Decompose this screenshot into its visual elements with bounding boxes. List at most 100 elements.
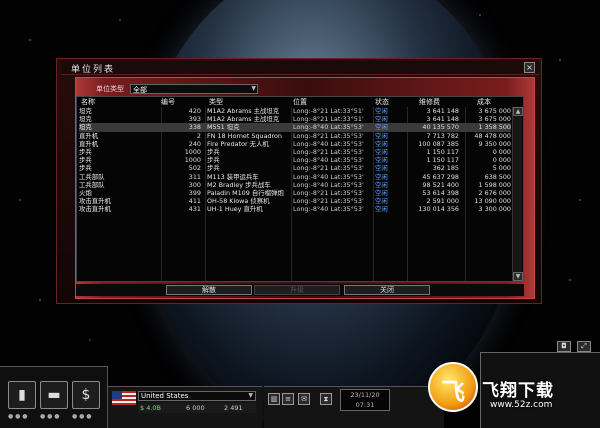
col-location[interactable]: 位置 [293,97,307,107]
unit-type-value: 全部 [133,86,147,94]
unit-status: 空闲 [375,156,388,165]
table-row[interactable]: 工兵部队 311 M113 装甲运兵车 Long:-8°40 Lat:35°53' 空闲… [79,173,511,181]
tank-icon[interactable]: ▬ [40,381,68,409]
expand-icon[interactable]: ⤢ [577,341,591,352]
vertical-scrollbar[interactable]: ▲ ▼ [512,107,523,281]
unit-model: UH-1 Huey 直升机 [207,205,263,214]
unit-cost: 638 500 [484,172,511,181]
unit-location: Long:-8°21 Lat:35°53' [293,188,364,197]
unit-id: 411 [188,197,201,206]
close-icon[interactable]: × [524,62,535,73]
unit-type-select[interactable]: 全部 ▼ [130,84,258,94]
unit-id: 338 [188,123,201,132]
unit-table: 名称 编号 类型 位置 状态 维修费 成本 坦克 420 M1A2 Abrams 主… [76,96,524,282]
table-row[interactable]: 直升机 240 Fire Predator 无人机 Long:-8°40 Lat:35… [79,140,511,148]
window-button-bar: 解散 升级 关闭 [76,284,524,296]
mail-icon[interactable]: ✉ [298,393,310,405]
unit-location: Long:-8°40 Lat:35°53' [293,156,364,165]
upgrade-button[interactable]: 升级 [254,285,340,295]
col-status[interactable]: 状态 [375,97,389,107]
col-id[interactable]: 编号 [161,97,175,107]
watermark-title: 飞翔下载 [482,381,554,401]
table-row[interactable]: 火炮 399 Paladin M109 自行榴弹炮 Long:-8°21 Lat:35… [79,189,511,197]
col-model[interactable]: 类型 [209,97,223,107]
indicator-lights: ● ● ● [40,413,60,420]
col-upkeep[interactable]: 维修费 [419,97,440,107]
unit-model: 步兵 [207,156,220,165]
table-row[interactable]: 攻击直升机 411 OH-58 Kiowa 侦察机 Long:-8°21 Lat:35… [79,197,511,205]
unit-id: 1000 [184,147,201,156]
unit-upkeep: 100 087 385 [418,139,459,148]
list-icon[interactable]: ≡ [282,393,294,405]
unit-model: M113 装甲运兵车 [207,172,259,181]
unit-upkeep: 53 614 398 [422,188,459,197]
col-name[interactable]: 名称 [81,97,95,107]
unit-status: 空闲 [375,188,388,197]
unit-location: Long:-8°40 Lat:35°53' [293,205,364,214]
table-header: 名称 编号 类型 位置 状态 维修费 成本 [77,97,525,107]
unit-id: 311 [188,172,201,181]
unit-location: Long:-8°21 Lat:33°51' [293,115,364,124]
close-button[interactable]: 关闭 [344,285,430,295]
dismiss-button[interactable]: 解散 [166,285,252,295]
unit-id: 300 [188,180,201,189]
unit-cost: 5 000 [492,164,511,173]
unit-model: FN 18 Hornet Squadron [207,131,282,140]
scroll-down-icon[interactable]: ▼ [513,272,523,281]
unit-model: Fire Predator 无人机 [207,139,269,148]
chevron-down-icon: ▼ [251,85,256,92]
table-row[interactable]: 步兵 1000 步兵 Long:-8°40 Lat:35°53' 空闲 1 150 117… [79,156,511,164]
table-row[interactable]: 步兵 1000 步兵 Long:-8°21 Lat:35°53' 空闲 1 150 117… [79,148,511,156]
hud-tools-panel: ▥ ≡ ✉ ⧗ 23/11/20 07:31 [264,386,444,428]
country-select[interactable]: United States ▼ [138,391,256,401]
minimap-toggle-icon[interactable]: ◘ [557,341,571,352]
unit-status: 空闲 [375,172,388,181]
unit-cost: 2 676 000 [478,188,511,197]
table-row[interactable]: 步兵 502 步兵 Long:-8°21 Lat:35°53' 空闲 362 185 5 0… [79,164,511,172]
unit-name: 火炮 [79,188,92,197]
unit-upkeep: 45 637 298 [422,172,459,181]
missile-icon[interactable]: ▮ [8,381,36,409]
unit-status: 空闲 [375,197,388,206]
indicator-lights: ● ● ● [8,413,28,420]
table-row[interactable]: 直升机 2 FN 18 Hornet Squadron Long:-8°21 Lat:… [79,132,511,140]
indicator-lights: ● ● ● [72,413,92,420]
table-row[interactable]: 坦克 338 M551 坦克 Long:-8°40 Lat:35°53' 空闲 40 13… [79,123,511,132]
table-row[interactable]: 攻击直升机 431 UH-1 Huey 直升机 Long:-8°40 Lat:35°5… [79,205,511,213]
chart-icon[interactable]: ▥ [268,393,280,405]
unit-upkeep: 362 185 [432,164,459,173]
unit-model: Paladin M109 自行榴弹炮 [207,188,284,197]
hud-command-panel: ▮ ▬ $ ● ● ● ● ● ● ● ● ● [0,366,108,428]
unit-name: 坦克 [79,115,92,124]
unit-id: 240 [188,139,201,148]
unit-name: 直升机 [79,131,99,140]
unit-name: 步兵 [79,156,92,165]
hourglass-icon[interactable]: ⧗ [320,393,332,405]
unit-name: 坦克 [79,123,92,132]
table-row[interactable]: 坦克 420 M1A2 Abrams 主战坦克 Long:-8°21 Lat:33°5… [79,107,511,115]
unit-cost: 0 000 [492,147,511,156]
unit-name: 工兵部队 [79,172,105,181]
unit-upkeep: 3 641 148 [426,115,459,124]
hud-country-panel: United States ▼ $ 4.0B 6 000 2 491 [108,386,262,428]
dollar-icon[interactable]: $ [72,381,100,409]
site-watermark: 飞 飞翔下载 www.52z.com [428,362,600,428]
scroll-up-icon[interactable]: ▲ [513,107,523,116]
watermark-logo-icon: 飞 [428,362,478,412]
unit-cost: 0 000 [492,156,511,165]
chevron-down-icon: ▼ [248,392,253,399]
unit-model: M2 Bradley 步兵战车 [207,180,271,189]
unit-name: 步兵 [79,164,92,173]
unit-type-filter: 单位类型 全部 ▼ [90,84,260,95]
unit-status: 空闲 [375,180,388,189]
col-cost[interactable]: 成本 [477,97,491,107]
unit-upkeep: 130 014 356 [418,205,459,214]
unit-model: M1A2 Abrams 主战坦克 [207,115,280,124]
table-row[interactable]: 坦克 393 M1A2 Abrams 主战坦克 Long:-8°21 Lat:33°5… [79,115,511,123]
unit-cost: 48 478 000 [474,131,511,140]
unit-upkeep: 1 150 117 [426,156,459,165]
unit-location: Long:-8°21 Lat:35°53' [293,197,364,206]
unit-status: 空闲 [375,164,388,173]
unit-location: Long:-8°21 Lat:35°53' [293,147,364,156]
table-row[interactable]: 工兵部队 300 M2 Bradley 步兵战车 Long:-8°40 Lat:35°… [79,181,511,189]
